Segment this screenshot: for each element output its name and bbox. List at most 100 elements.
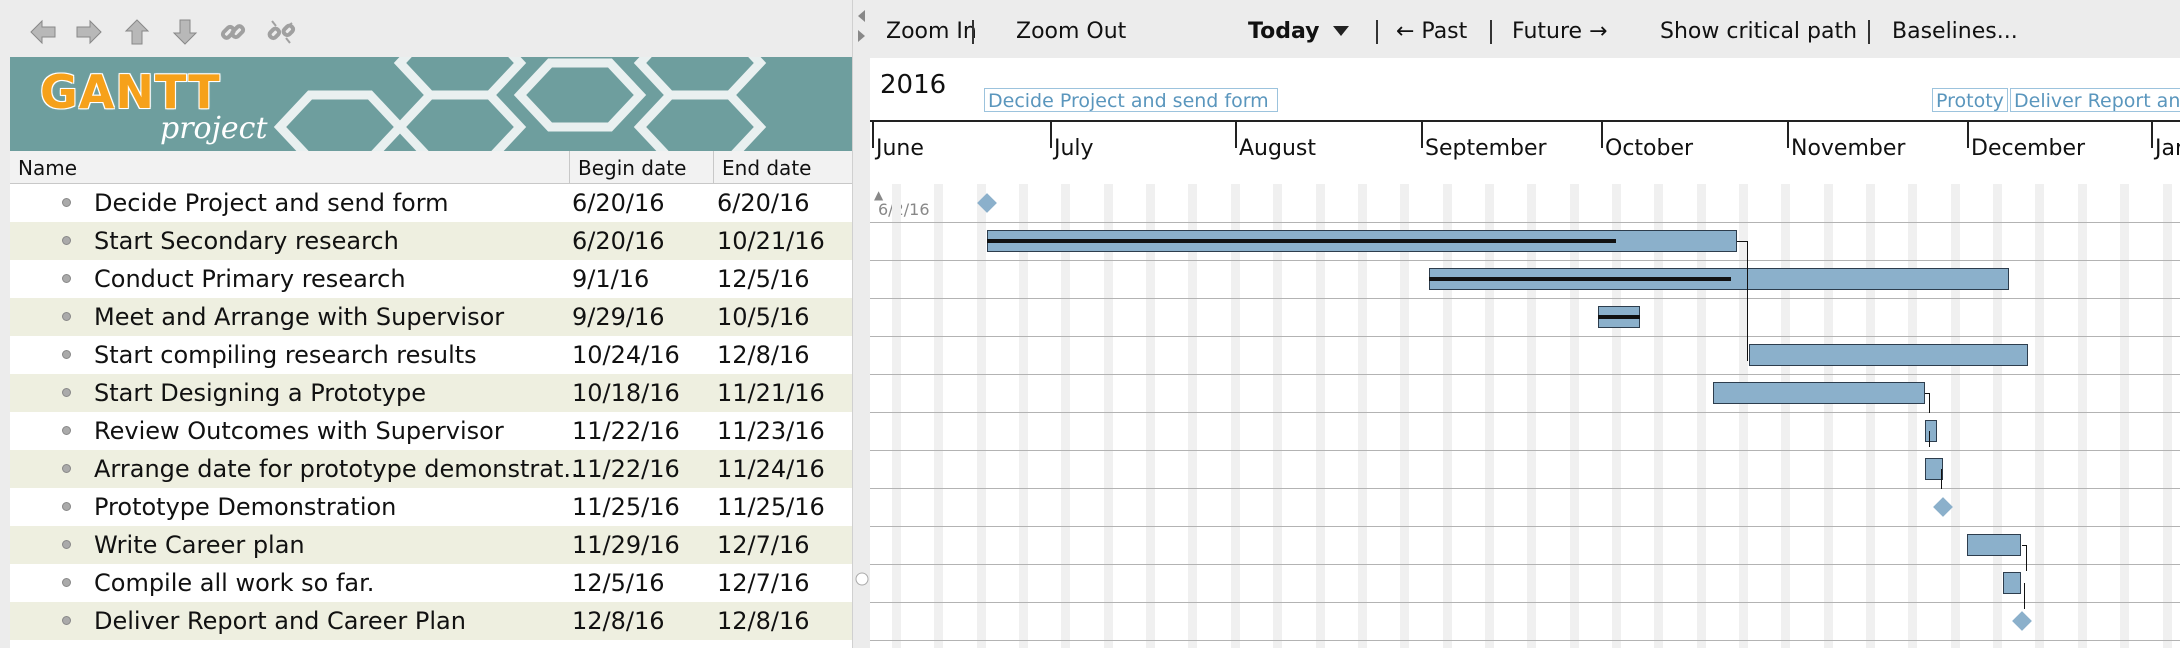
task-begin-date[interactable]: 6/20/16 [572, 222, 712, 260]
task-begin-date[interactable]: 11/22/16 [572, 412, 712, 450]
weekend-stripe [2162, 184, 2172, 648]
dependency-link [1737, 241, 1748, 242]
weekend-stripe [1993, 184, 2003, 648]
show-critical-path-button[interactable]: Show critical path [1660, 0, 1857, 64]
table-row[interactable]: Deliver Report and Career Plan 12/8/16 12/… [10, 602, 852, 640]
gantt-chart-area[interactable]: ▲ 6/2/16 [870, 184, 2180, 648]
task-begin-date[interactable]: 12/5/16 [572, 564, 712, 602]
task-end-date[interactable]: 11/24/16 [717, 450, 852, 488]
zoom-in-button[interactable]: Zoom In [886, 0, 977, 64]
task-end-date[interactable]: 11/25/16 [717, 488, 852, 526]
table-row[interactable]: Compile all work so far. 12/5/16 12/7/16 [10, 564, 852, 602]
weekend-stripe [2120, 184, 2130, 648]
past-button[interactable]: ← Past [1396, 0, 1467, 64]
progress-line [986, 239, 1617, 243]
weekend-stripe [1611, 184, 1621, 648]
table-row[interactable]: Start compiling research results 10/24/16… [10, 336, 852, 374]
task-name[interactable]: Prototype Demonstration [94, 488, 580, 526]
weekend-stripe [1484, 184, 1494, 648]
dependency-link [1940, 469, 1942, 489]
task-end-date[interactable]: 12/7/16 [717, 564, 852, 602]
table-row[interactable]: Start Secondary research 6/20/16 10/21/16 [10, 222, 852, 260]
milestone-chip[interactable]: Deliver Report an [2010, 88, 2180, 112]
task-begin-date[interactable]: 6/20/16 [572, 184, 712, 222]
task-end-date[interactable]: 11/21/16 [717, 374, 852, 412]
dependency-link [2023, 583, 2025, 609]
task-end-date[interactable]: 12/8/16 [717, 602, 852, 640]
task-bullet-icon [62, 578, 71, 587]
task-name[interactable]: Compile all work so far. [94, 564, 580, 602]
row-gridline [870, 374, 2180, 375]
table-row[interactable]: Decide Project and send form 6/20/16 6/20/… [10, 184, 852, 222]
table-row[interactable]: Review Outcomes with Supervisor 11/22/16 1… [10, 412, 852, 450]
task-end-date[interactable]: 6/20/16 [717, 184, 852, 222]
task-end-date[interactable]: 10/5/16 [717, 298, 852, 336]
task-end-date[interactable]: 11/23/16 [717, 412, 852, 450]
link-icon[interactable] [216, 15, 250, 49]
table-row[interactable]: Meet and Arrange with Supervisor 9/29/16 1… [10, 298, 852, 336]
today-button[interactable]: Today [1248, 0, 1319, 64]
task-bar[interactable] [1712, 382, 1925, 404]
task-name[interactable]: Conduct Primary research [94, 260, 580, 298]
column-header-end-date[interactable]: End date [714, 151, 852, 183]
weekend-stripe [1908, 184, 1918, 648]
task-end-date[interactable]: 12/5/16 [717, 260, 852, 298]
task-end-date[interactable]: 12/7/16 [717, 526, 852, 564]
column-header-begin-date[interactable]: Begin date [570, 151, 714, 183]
task-end-date[interactable]: 10/21/16 [717, 222, 852, 260]
arrow-right-icon[interactable] [72, 15, 106, 49]
arrow-left-icon[interactable] [26, 15, 60, 49]
milestone-diamond[interactable] [2011, 611, 2032, 631]
weekend-stripe [1146, 184, 1156, 648]
gantt-logo: GANTT project [40, 65, 268, 146]
task-name[interactable]: Meet and Arrange with Supervisor [94, 298, 580, 336]
weekend-stripe [1696, 184, 1706, 648]
task-name[interactable]: Decide Project and send form [94, 184, 580, 222]
arrow-down-icon[interactable] [168, 15, 202, 49]
task-name[interactable]: Start Secondary research [94, 222, 580, 260]
milestone-chip[interactable]: Decide Project and send form [984, 88, 1278, 112]
splitter-handle-icon[interactable] [853, 570, 871, 588]
baselines-button[interactable]: Baselines... [1892, 0, 2018, 64]
task-name[interactable]: Arrange date for prototype demonstrat... [94, 450, 580, 488]
table-row[interactable]: Arrange date for prototype demonstrat...… [10, 450, 852, 488]
column-header-name[interactable]: Name [10, 151, 570, 183]
task-begin-date[interactable]: 11/22/16 [572, 450, 712, 488]
arrow-up-icon[interactable] [120, 15, 154, 49]
task-name[interactable]: Start compiling research results [94, 336, 580, 374]
task-bar[interactable] [1924, 420, 1937, 442]
task-name[interactable]: Start Designing a Prototype [94, 374, 580, 412]
milestone-chip[interactable]: Prototy [1932, 88, 2008, 112]
task-begin-date[interactable]: 10/18/16 [572, 374, 712, 412]
toolbar-separator [972, 20, 974, 44]
zoom-out-button[interactable]: Zoom Out [1016, 0, 1126, 64]
task-bar[interactable] [1967, 534, 2022, 556]
table-row[interactable]: Prototype Demonstration 11/25/16 11/25/16 [10, 488, 852, 526]
task-name[interactable]: Deliver Report and Career Plan [94, 602, 580, 640]
task-begin-date[interactable]: 9/1/16 [572, 260, 712, 298]
future-button[interactable]: Future → [1512, 0, 1608, 64]
task-bar[interactable] [1749, 344, 2028, 366]
task-begin-date[interactable]: 11/29/16 [572, 526, 712, 564]
task-begin-date[interactable]: 12/8/16 [572, 602, 712, 640]
task-begin-date[interactable]: 9/29/16 [572, 298, 712, 336]
month-label: July [1054, 136, 1094, 161]
task-end-date[interactable]: 12/8/16 [717, 336, 852, 374]
task-name[interactable]: Review Outcomes with Supervisor [94, 412, 580, 450]
task-name[interactable]: Write Career plan [94, 526, 580, 564]
gantt-chart-pane: Zoom In Zoom Out Today ← Past Future → S… [870, 0, 2180, 648]
task-begin-date[interactable]: 10/24/16 [572, 336, 712, 374]
month-tick [1235, 120, 1237, 148]
task-begin-date[interactable]: 11/25/16 [572, 488, 712, 526]
task-bar[interactable] [2003, 572, 2022, 594]
collapse-arrows-icon[interactable] [853, 0, 871, 60]
logo-sub-text: project [160, 111, 268, 146]
weekend-stripe [1315, 184, 1325, 648]
chevron-down-icon[interactable] [1332, 24, 1350, 38]
table-row[interactable]: Write Career plan 11/29/16 12/7/16 [10, 526, 852, 564]
table-row[interactable]: Start Designing a Prototype 10/18/16 11/21… [10, 374, 852, 412]
weekend-stripe [1823, 184, 1833, 648]
table-row[interactable]: Conduct Primary research 9/1/16 12/5/16 [10, 260, 852, 298]
pane-splitter[interactable] [852, 0, 871, 648]
unlink-icon[interactable] [264, 15, 298, 49]
